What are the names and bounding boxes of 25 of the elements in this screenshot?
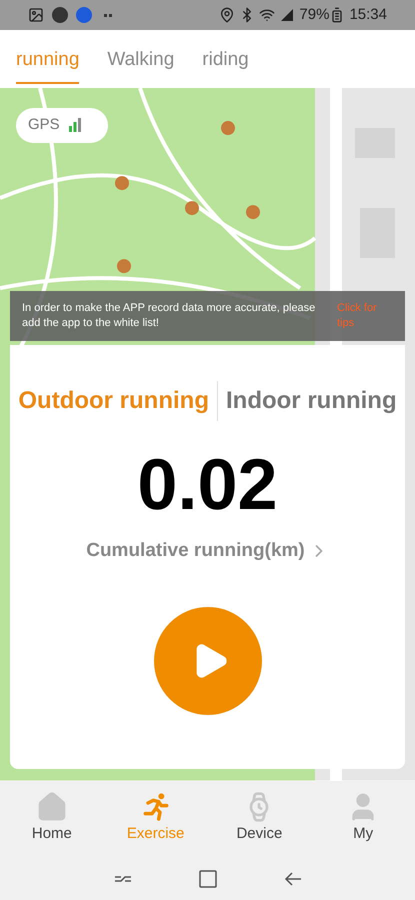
app-icon: [76, 7, 92, 23]
notice-text: In order to make the APP record data more accurate, please add the app to the white list!: [22, 300, 316, 330]
more-icon: [104, 14, 112, 16]
distance-value: 0.02: [137, 448, 278, 520]
nav-item[interactable]: Exercise: [116, 791, 196, 846]
mode-tab[interactable]: Outdoor running: [18, 382, 209, 418]
tab[interactable]: Walking: [107, 46, 174, 84]
nav-item[interactable]: Device: [219, 791, 300, 846]
clock: 15:34: [349, 4, 387, 25]
location-icon: [219, 7, 236, 23]
tab[interactable]: running: [16, 46, 80, 84]
signal-bars-icon: [68, 118, 82, 132]
nav-item[interactable]: Home: [12, 791, 92, 846]
signal-icon: [279, 7, 296, 23]
home-icon: [36, 791, 68, 824]
nav-item[interactable]: My: [323, 791, 404, 846]
image-icon: [28, 7, 44, 23]
tab[interactable]: riding: [202, 46, 249, 84]
cumulative-link[interactable]: Cumulative running(km): [86, 536, 329, 565]
home-button-icon[interactable]: [198, 868, 218, 888]
battery-percent: 79%: [299, 4, 330, 25]
mode-tab[interactable]: Indoor running: [226, 382, 397, 418]
gps-label: GPS: [28, 115, 60, 135]
app-icon: [52, 7, 68, 23]
wifi-icon: [259, 7, 276, 23]
